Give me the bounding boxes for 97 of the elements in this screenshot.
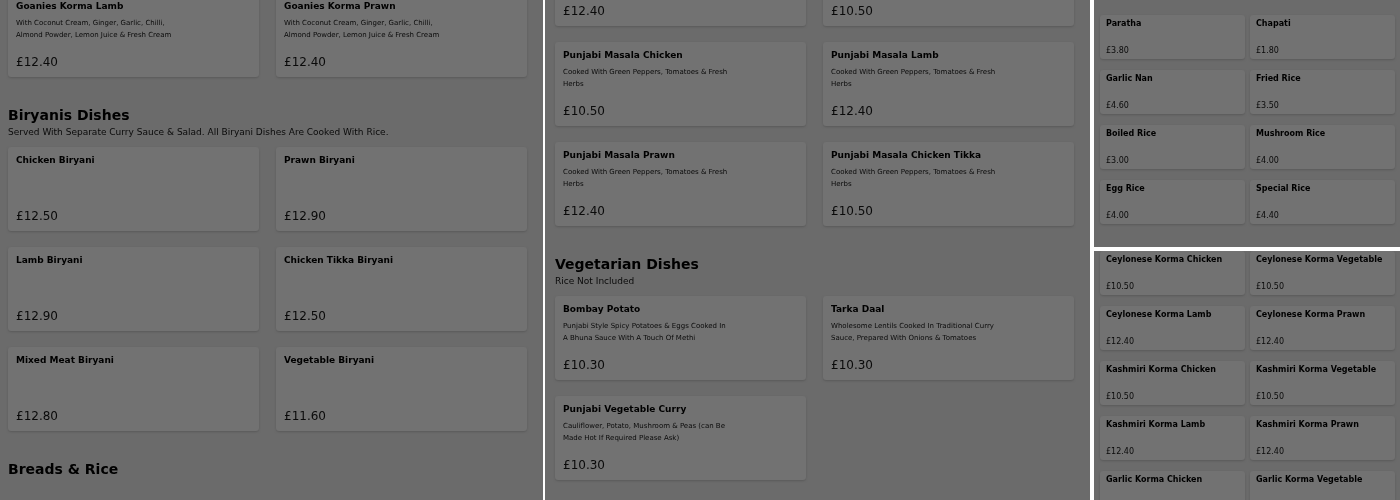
dish-card[interactable]: Kashmiri Korma Lamb £12.40 xyxy=(1100,416,1245,460)
dish-name: Ceylonese Korma Lamb xyxy=(1106,310,1212,319)
dish-card[interactable]: Chicken Tikka Biryani £12.50 xyxy=(276,247,527,331)
dish-name: Punjabi Vegetable Curry xyxy=(563,404,688,414)
dish-price: £12.40 xyxy=(16,55,59,69)
dish-price: £12.40 xyxy=(1256,447,1285,456)
dish-price: £10.50 xyxy=(831,4,873,18)
dish-price: £10.30 xyxy=(563,458,606,472)
dish-name: Lamb Biryani xyxy=(16,255,83,265)
dish-card[interactable]: Garlic Korma Vegetable xyxy=(1250,471,1395,500)
dish-price: £12.80 xyxy=(16,409,59,423)
dish-card[interactable]: Chapati £1.80 xyxy=(1250,15,1395,59)
dish-card[interactable]: Ceylonese Korma Prawn £12.40 xyxy=(1250,306,1395,350)
dish-name: Chapati xyxy=(1256,19,1291,28)
dish-name: Punjabi Masala Chicken Tikka xyxy=(831,150,983,160)
dish-price: £4.00 xyxy=(1106,211,1130,220)
dish-price: £12.90 xyxy=(284,209,327,223)
dish-card[interactable]: Garlic Korma Chicken xyxy=(1100,471,1245,500)
dish-card[interactable]: Lamb Biryani £12.90 xyxy=(8,247,259,331)
dish-name: Ceylonese Korma Chicken xyxy=(1106,255,1223,264)
section-heading: Vegetarian Dishes xyxy=(555,256,700,272)
dish-card[interactable]: Ceylonese Korma Vegetable £10.50 xyxy=(1250,251,1395,295)
dish-name: Kashmiri Korma Prawn xyxy=(1256,420,1359,429)
dish-name: Tarka Daal xyxy=(831,304,886,314)
dish-card[interactable]: Kashmiri Korma Vegetable £10.50 xyxy=(1250,361,1395,405)
dish-name: Special Rice xyxy=(1256,184,1311,193)
dish-price: £12.40 xyxy=(1106,447,1135,456)
dish-card[interactable]: Special Rice £4.40 xyxy=(1250,180,1395,224)
dish-price: £12.50 xyxy=(16,209,59,223)
dish-price: £10.50 xyxy=(831,204,874,218)
dish-name: Garlic Korma Chicken xyxy=(1106,475,1203,484)
dish-price: £10.30 xyxy=(563,358,606,372)
dish-price: £4.40 xyxy=(1256,211,1280,220)
dish-name: Egg Rice xyxy=(1106,184,1145,193)
dish-price: £12.40 xyxy=(284,55,327,69)
dish-name: Kashmiri Korma Vegetable xyxy=(1256,365,1377,374)
dish-card[interactable]: Mixed Meat Biryani £12.80 xyxy=(8,347,259,431)
dish-name: Chicken Tikka Biryani xyxy=(284,255,394,265)
dish-name: Bombay Potato xyxy=(563,304,642,314)
dish-price: £12.40 xyxy=(563,204,606,218)
dish-price: £10.50 xyxy=(563,104,606,118)
dish-name: Fried Rice xyxy=(1256,74,1301,83)
dish-price: £12.40 xyxy=(1106,337,1135,346)
dish-card[interactable]: Kashmiri Korma Prawn £12.40 xyxy=(1250,416,1395,460)
dish-name: Ceylonese Korma Vegetable xyxy=(1256,255,1383,264)
dish-card[interactable]: £12.40 xyxy=(555,0,806,26)
dish-price: £3.50 xyxy=(1256,101,1280,110)
dish-card[interactable]: Vegetable Biryani £11.60 xyxy=(276,347,527,431)
dish-card[interactable]: Egg Rice £4.00 xyxy=(1100,180,1245,224)
dish-price: £4.60 xyxy=(1106,101,1130,110)
dish-name: Ceylonese Korma Prawn xyxy=(1256,310,1366,319)
dish-name: Chicken Biryani xyxy=(16,155,95,165)
dish-card[interactable]: Paratha £3.80 xyxy=(1100,15,1245,59)
dish-card[interactable]: Boiled Rice £3.00 xyxy=(1100,125,1245,169)
dish-price: £10.30 xyxy=(831,358,874,372)
dish-name: Goanies Korma Lamb xyxy=(16,1,125,11)
dish-name: Goanies Korma Prawn xyxy=(284,1,397,11)
dish-name: Punjabi Masala Lamb xyxy=(831,50,940,60)
dish-name: Garlic Nan xyxy=(1106,74,1153,83)
dish-price: £4.00 xyxy=(1256,156,1280,165)
dish-price: £10.50 xyxy=(1256,392,1285,401)
dish-card[interactable]: Fried Rice £3.50 xyxy=(1250,70,1395,114)
dish-name: Vegetable Biryani xyxy=(284,355,375,365)
section-heading: Breads & Rice xyxy=(8,461,120,477)
dish-name: Paratha xyxy=(1106,19,1142,28)
dish-price: £12.40 xyxy=(1256,337,1285,346)
dish-name: Punjabi Masala Chicken xyxy=(563,50,684,60)
section-subtitle: Served With Separate Curry Sauce & Salad. All Biryani Dishes Are Cooked With Rice. xyxy=(8,127,390,137)
dish-price: £10.50 xyxy=(1256,282,1285,291)
section-heading: Biryanis Dishes xyxy=(8,107,131,123)
dish-name: Punjabi Masala Prawn xyxy=(563,150,676,160)
dish-price: £12.40 xyxy=(563,4,605,18)
dish-card[interactable]: Kashmiri Korma Chicken £10.50 xyxy=(1100,361,1245,405)
dish-name: Kashmiri Korma Chicken xyxy=(1106,365,1216,374)
dish-card[interactable]: Garlic Nan £4.60 xyxy=(1100,70,1245,114)
dish-name: Mushroom Rice xyxy=(1256,129,1326,138)
dish-price: £10.50 xyxy=(1106,392,1135,401)
dish-price: £10.50 xyxy=(1106,282,1135,291)
dish-card[interactable]: £10.50 xyxy=(823,0,1074,26)
dish-card[interactable]: Prawn Biryani £12.90 xyxy=(276,147,527,231)
dish-price: £11.60 xyxy=(284,409,327,423)
section-subtitle: Rice Not Included xyxy=(555,276,636,286)
dish-price: £12.40 xyxy=(831,104,874,118)
dish-price: £3.00 xyxy=(1106,156,1130,165)
dish-price: £12.90 xyxy=(16,309,59,323)
dish-name: Mixed Meat Biryani xyxy=(16,355,114,365)
dish-price: £3.80 xyxy=(1106,46,1130,55)
dish-name: Garlic Korma Vegetable xyxy=(1256,475,1363,484)
dish-price: £1.80 xyxy=(1256,46,1280,55)
dish-name: Boiled Rice xyxy=(1106,129,1157,138)
dish-card[interactable]: Ceylonese Korma Chicken £10.50 xyxy=(1100,251,1245,295)
dish-card[interactable]: Mushroom Rice £4.00 xyxy=(1250,125,1395,169)
dish-name: Prawn Biryani xyxy=(284,155,355,165)
dish-name: Kashmiri Korma Lamb xyxy=(1106,420,1206,429)
dish-card[interactable]: Chicken Biryani £12.50 xyxy=(8,147,259,231)
dish-card[interactable]: Ceylonese Korma Lamb £12.40 xyxy=(1100,306,1245,350)
dish-price: £12.50 xyxy=(284,309,327,323)
